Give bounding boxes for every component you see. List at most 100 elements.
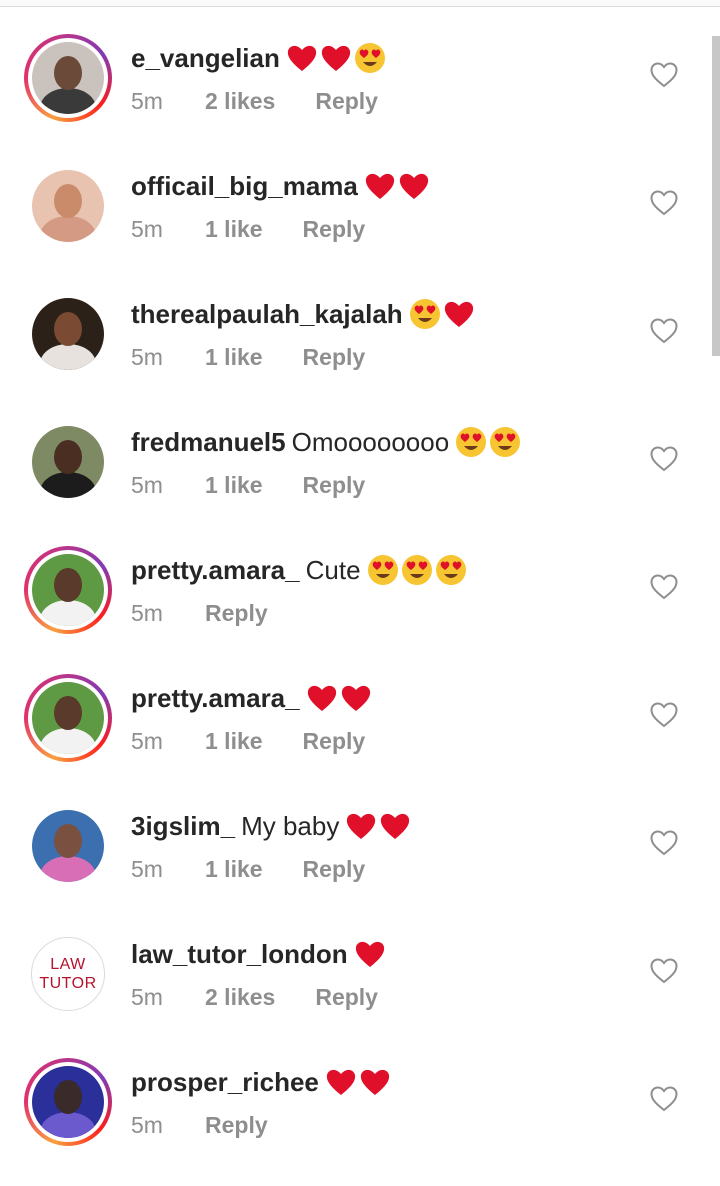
commenter-avatar[interactable] xyxy=(24,34,112,122)
username-link[interactable]: fredmanuel5 xyxy=(131,427,286,458)
commenter-avatar[interactable] xyxy=(24,1058,112,1146)
comment-emojis xyxy=(354,938,386,970)
heart-eyes-emoji-icon xyxy=(455,426,487,458)
like-heart-icon[interactable] xyxy=(650,702,678,728)
comment-meta: 5m Reply xyxy=(131,598,268,628)
comment-body: pretty.amara_ Cute xyxy=(131,552,467,588)
commenter-avatar[interactable]: LAW TUTOR xyxy=(24,930,112,1018)
comment-timestamp: 5m xyxy=(131,599,163,626)
reply-button[interactable]: Reply xyxy=(315,88,378,115)
comment-row: pretty.amara_ 5m 1 like Reply xyxy=(0,674,712,802)
heart-eyes-emoji-icon xyxy=(401,554,433,586)
comment-emojis xyxy=(367,554,467,586)
red-heart-emoji-icon xyxy=(320,42,352,74)
comment-meta: 5m 1 like Reply xyxy=(131,214,365,244)
likes-count-link[interactable]: 1 like xyxy=(205,472,263,499)
comment-row: fredmanuel5 Omoooooooo 5m 1 like Reply xyxy=(0,418,712,546)
commenter-avatar[interactable] xyxy=(24,674,112,762)
comment-meta: 5m 1 like Reply xyxy=(131,726,365,756)
like-heart-icon[interactable] xyxy=(650,574,678,600)
avatar-photo xyxy=(32,1066,104,1138)
comment-timestamp: 5m xyxy=(131,343,163,370)
like-heart-icon[interactable] xyxy=(650,958,678,984)
like-heart-icon[interactable] xyxy=(650,1086,678,1112)
comment-meta: 5m 1 like Reply xyxy=(131,470,365,500)
likes-count-link[interactable]: 1 like xyxy=(205,216,263,243)
comment-meta: 5m 2 likes Reply xyxy=(131,982,378,1012)
red-heart-emoji-icon xyxy=(379,810,411,842)
likes-count-link[interactable]: 1 like xyxy=(205,728,263,755)
likes-count-link[interactable]: 1 like xyxy=(205,856,263,883)
comment-row: 3igslim_ My baby 5m 1 like Reply xyxy=(0,802,712,930)
likes-count-link[interactable]: 2 likes xyxy=(205,88,275,115)
comment-timestamp: 5m xyxy=(131,983,163,1010)
comment-meta: 5m 2 likes Reply xyxy=(131,86,378,116)
reply-button[interactable]: Reply xyxy=(303,216,366,243)
comment-text: My baby xyxy=(241,810,340,841)
red-heart-emoji-icon xyxy=(286,42,318,74)
reply-button[interactable]: Reply xyxy=(205,1112,268,1139)
red-heart-emoji-icon xyxy=(359,1066,391,1098)
comment-body: officail_big_mama xyxy=(131,168,430,204)
comment-timestamp: 5m xyxy=(131,471,163,498)
reply-button[interactable]: Reply xyxy=(205,600,268,627)
avatar-photo xyxy=(32,554,104,626)
red-heart-emoji-icon xyxy=(398,170,430,202)
heart-eyes-emoji-icon xyxy=(354,42,386,74)
likes-count-link[interactable]: 1 like xyxy=(205,344,263,371)
comment-row: pretty.amara_ Cute 5m Reply xyxy=(0,546,712,674)
username-link[interactable]: pretty.amara_ xyxy=(131,683,300,714)
reply-button[interactable]: Reply xyxy=(303,856,366,883)
comment-text: Cute xyxy=(305,554,361,585)
username-link[interactable]: law_tutor_london xyxy=(131,939,348,970)
red-heart-emoji-icon xyxy=(340,682,372,714)
comment-body: therealpaulah_kajalah xyxy=(131,296,475,332)
comment-body: e_vangelian xyxy=(131,40,386,76)
like-heart-icon[interactable] xyxy=(650,190,678,216)
commenter-avatar[interactable] xyxy=(24,162,112,250)
likes-count-link[interactable]: 2 likes xyxy=(205,984,275,1011)
like-heart-icon[interactable] xyxy=(650,830,678,856)
username-link[interactable]: prosper_richee xyxy=(131,1067,319,1098)
logo-line-1: LAW xyxy=(50,956,86,973)
comment-body: prosper_richee xyxy=(131,1064,391,1100)
comment-body: 3igslim_ My baby xyxy=(131,808,411,844)
reply-button[interactable]: Reply xyxy=(303,344,366,371)
like-heart-icon[interactable] xyxy=(650,446,678,472)
comment-emojis xyxy=(286,42,386,74)
commenter-avatar[interactable] xyxy=(24,546,112,634)
avatar-photo xyxy=(32,42,104,114)
username-link[interactable]: pretty.amara_ xyxy=(131,555,300,586)
reply-button[interactable]: Reply xyxy=(303,472,366,499)
comment-row: e_vangelian 5m 2 likes Reply xyxy=(0,34,712,162)
like-heart-icon[interactable] xyxy=(650,318,678,344)
red-heart-emoji-icon xyxy=(354,938,386,970)
commenter-avatar[interactable] xyxy=(24,290,112,378)
comment-emojis xyxy=(364,170,430,202)
top-divider xyxy=(0,0,720,7)
reply-button[interactable]: Reply xyxy=(315,984,378,1011)
comment-text: Omoooooooo xyxy=(291,426,450,457)
logo-line-2: TUTOR xyxy=(39,975,97,992)
comment-row: LAW TUTOR law_tutor_london 5m 2 likes Reply xyxy=(0,930,712,1058)
red-heart-emoji-icon xyxy=(306,682,338,714)
commenter-avatar[interactable] xyxy=(24,418,112,506)
username-link[interactable]: e_vangelian xyxy=(131,43,280,74)
comment-timestamp: 5m xyxy=(131,727,163,754)
law-tutor-logo: LAW TUTOR xyxy=(31,937,105,1011)
heart-eyes-emoji-icon xyxy=(489,426,521,458)
avatar-photo xyxy=(32,426,104,498)
username-link[interactable]: officail_big_mama xyxy=(131,171,358,202)
like-heart-icon[interactable] xyxy=(650,62,678,88)
scrollbar[interactable] xyxy=(712,36,720,356)
username-link[interactable]: therealpaulah_kajalah xyxy=(131,299,403,330)
comment-emojis xyxy=(409,298,475,330)
comment-row: officail_big_mama 5m 1 like Reply xyxy=(0,162,712,290)
red-heart-emoji-icon xyxy=(443,298,475,330)
comment-row: prosper_richee 5m Reply xyxy=(0,1058,712,1186)
reply-button[interactable]: Reply xyxy=(303,728,366,755)
red-heart-emoji-icon xyxy=(364,170,396,202)
commenter-avatar[interactable] xyxy=(24,802,112,890)
heart-eyes-emoji-icon xyxy=(435,554,467,586)
username-link[interactable]: 3igslim_ xyxy=(131,811,235,842)
